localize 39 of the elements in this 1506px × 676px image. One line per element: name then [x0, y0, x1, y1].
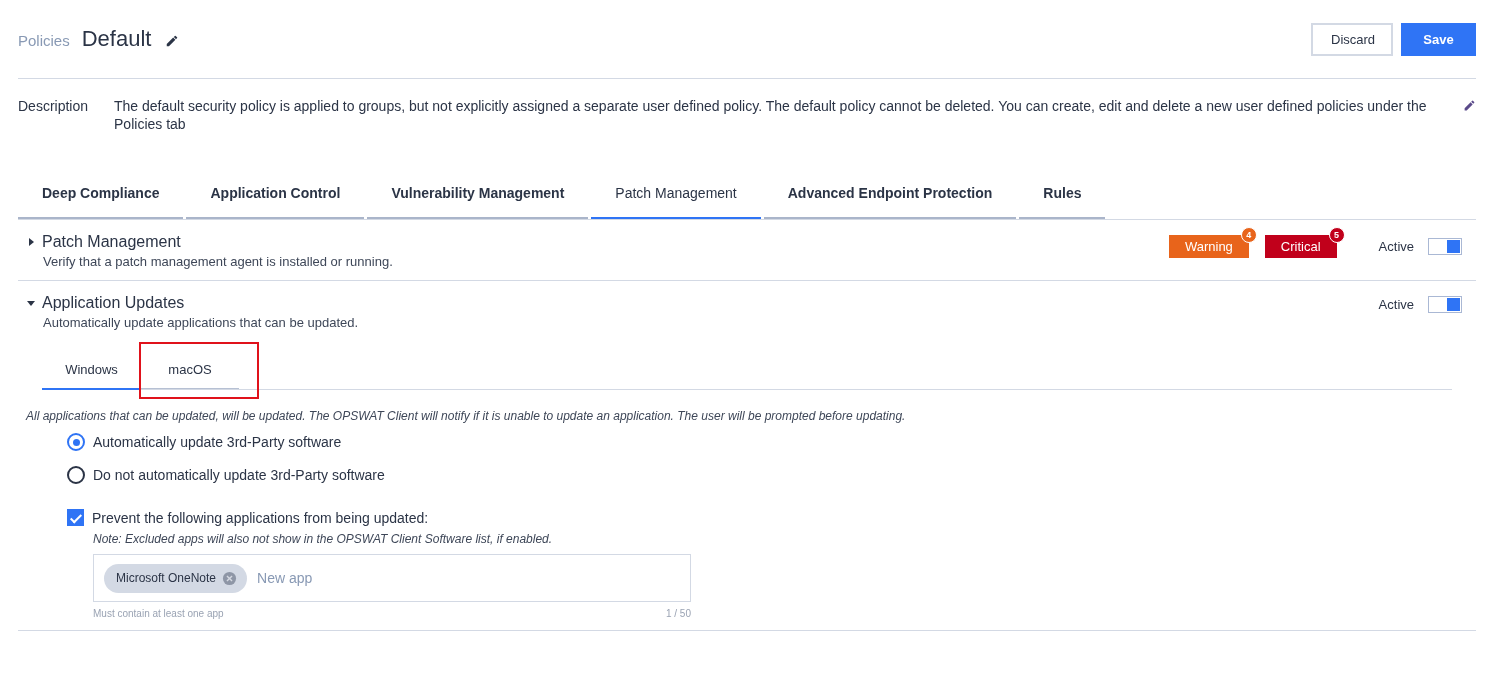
- policy-tab[interactable]: Patch Management: [591, 169, 761, 219]
- edit-icon[interactable]: [1463, 99, 1476, 112]
- policy-tab[interactable]: Vulnerability Management: [367, 169, 589, 219]
- section-title: Application Updates: [42, 294, 185, 312]
- os-tab[interactable]: Windows: [42, 350, 141, 390]
- info-text: All applications that can be updated, will be updated. The OPSWAT Client will notify if it is unable to update an application. The user will be prompted before updating.: [26, 409, 907, 423]
- active-toggle[interactable]: [1428, 238, 1462, 255]
- edit-icon[interactable]: [165, 34, 180, 48]
- policy-tab[interactable]: Deep Compliance: [18, 169, 184, 219]
- active-label: Active: [1378, 239, 1414, 254]
- chip-label: Microsoft OneNote: [116, 571, 217, 585]
- radio-button[interactable]: [67, 466, 85, 484]
- active-toggle[interactable]: [1428, 296, 1462, 313]
- section-subtitle: Automatically update applications that can be updated.: [43, 315, 359, 330]
- page-title: Default: [81, 26, 152, 52]
- helper-text: Must contain at least one app: [93, 608, 224, 619]
- app-input-field[interactable]: Microsoft OneNote New app: [93, 554, 691, 602]
- checkbox-label: Prevent the following applications from being updated:: [92, 509, 429, 526]
- counter-text: 1 / 50: [665, 608, 691, 619]
- caret-down-icon[interactable]: [26, 298, 36, 308]
- radio-label: Automatically update 3rd-Party software: [93, 434, 342, 450]
- note-text: Note: Excluded apps will also not show in the OPSWAT Client Software list, if enabled.: [93, 532, 554, 546]
- policy-tab[interactable]: Rules: [1019, 169, 1106, 219]
- policy-tab[interactable]: Application Control: [186, 169, 365, 219]
- policy-tab[interactable]: Advanced Endpoint Protection: [763, 169, 1017, 219]
- checkbox[interactable]: [67, 509, 84, 526]
- count-badge: 5: [1328, 227, 1345, 243]
- section-subtitle: Verify that a patch management agent is installed or running.: [43, 254, 393, 269]
- active-label: Active: [1378, 297, 1414, 312]
- os-tab[interactable]: macOS: [141, 350, 239, 389]
- description-label: Description: [18, 97, 89, 115]
- description-text: The default security policy is applied to groups, but not explicitly assigned a separate user defined policy. The default policy cannot be deleted. You can create, edit and delete a new user defined policies under the Policies tab: [114, 97, 1428, 133]
- count-badge: 4: [1240, 227, 1257, 243]
- discard-button[interactable]: Discard: [1311, 22, 1393, 56]
- radio-button[interactable]: [67, 433, 85, 451]
- caret-right-icon[interactable]: [26, 237, 36, 247]
- section-title: Patch Management: [42, 233, 181, 251]
- save-button[interactable]: Save: [1401, 22, 1476, 56]
- radio-label: Do not automatically update 3rd-Party software: [93, 467, 385, 483]
